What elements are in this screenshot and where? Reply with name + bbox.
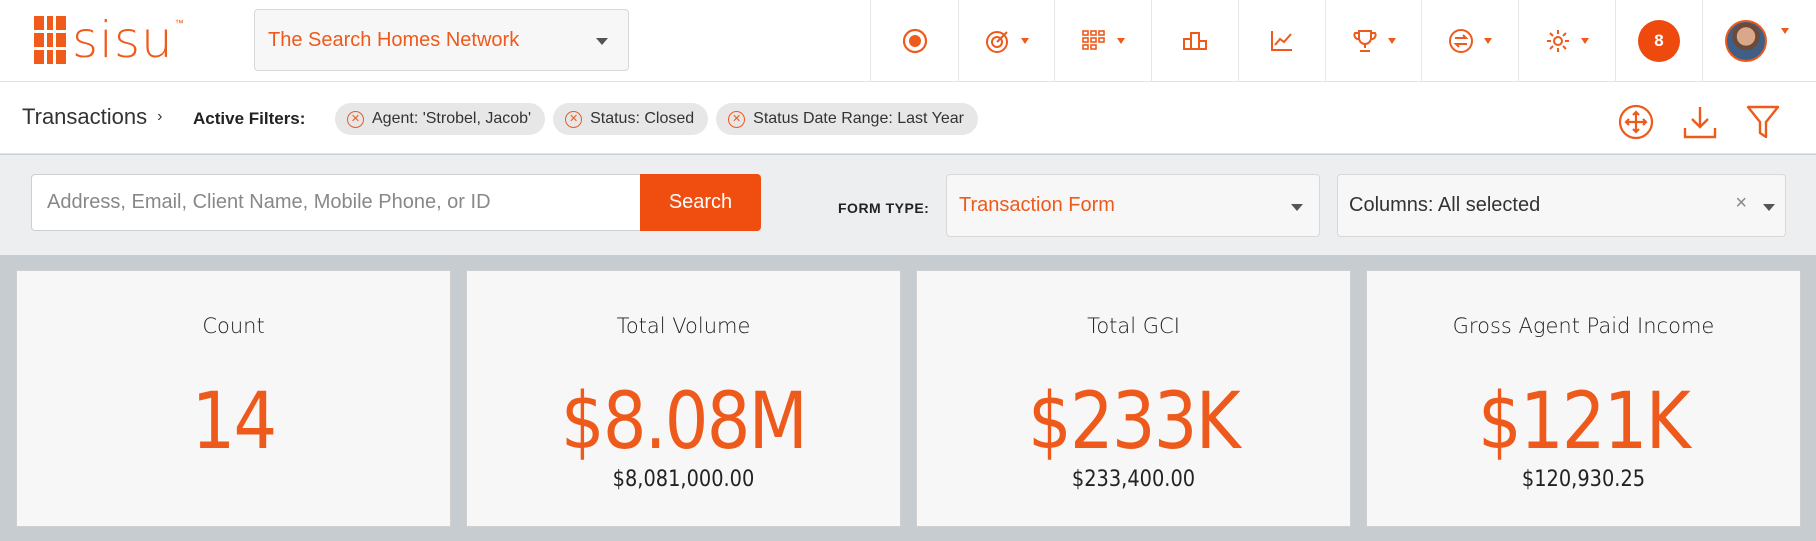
clear-icon[interactable]: × xyxy=(1735,192,1747,215)
sisu-logo[interactable]: sisu ™ xyxy=(34,14,184,66)
nav-board-menu[interactable] xyxy=(1054,0,1151,82)
remove-filter-icon[interactable]: ✕ xyxy=(728,110,746,128)
nav-record-button[interactable] xyxy=(870,0,958,82)
filters-bar: Transactions › Active Filters: ✕ Agent: … xyxy=(0,82,1816,154)
top-navbar: sisu ™ The Search Homes Network 8 xyxy=(0,0,1816,82)
nav-transfer-menu[interactable] xyxy=(1421,0,1518,82)
stat-title: Gross Agent Paid Income xyxy=(1452,314,1715,338)
stat-exact-value: $233,400.00 xyxy=(1071,467,1196,492)
stat-card-total-gci: Total GCI $233K $233,400.00 xyxy=(916,270,1351,527)
add-transaction-icon[interactable] xyxy=(1618,104,1654,140)
stat-title: Count xyxy=(202,314,265,338)
stat-value: $121K xyxy=(1478,377,1691,467)
target-icon xyxy=(985,31,1008,53)
download-icon[interactable] xyxy=(1682,104,1718,140)
chevron-down-icon xyxy=(1117,38,1125,44)
team-select[interactable]: The Search Homes Network xyxy=(254,9,629,71)
page-actions xyxy=(1618,104,1780,140)
filter-chip-status[interactable]: ✕ Status: Closed xyxy=(553,103,709,135)
stats-panel: Count 14 Total Volume $8.08M $8,081,000.… xyxy=(0,255,1816,541)
chevron-down-icon xyxy=(1763,204,1775,211)
remove-filter-icon[interactable]: ✕ xyxy=(565,110,583,128)
avatar xyxy=(1725,20,1767,62)
stat-exact-value: $120,930.25 xyxy=(1521,467,1646,492)
chevron-right-icon: › xyxy=(157,108,163,125)
search-row: Search FORM TYPE: Transaction Form Colum… xyxy=(0,155,1816,255)
chevron-down-icon xyxy=(1484,38,1492,44)
record-icon xyxy=(902,28,927,54)
filter-chip-date-range[interactable]: ✕ Status Date Range: Last Year xyxy=(716,103,978,135)
breadcrumb: Transactions › xyxy=(22,104,162,130)
trophy-icon xyxy=(1352,30,1377,52)
filter-icon[interactable] xyxy=(1746,104,1780,140)
stat-value: 14 xyxy=(191,377,278,467)
filter-chip-label: Status: Closed xyxy=(590,110,695,127)
chevron-down-icon xyxy=(596,38,608,45)
chevron-down-icon xyxy=(1781,28,1789,34)
nav-leaderboard-button[interactable] xyxy=(1151,0,1238,82)
notification-badge: 8 xyxy=(1638,20,1680,62)
filter-chip-agent[interactable]: ✕ Agent: 'Strobel, Jacob' xyxy=(335,103,546,135)
stat-title: Total GCI xyxy=(1087,314,1180,338)
remove-filter-icon[interactable]: ✕ xyxy=(347,110,364,128)
form-type-value: Transaction Form xyxy=(959,194,1115,216)
nav-contests-menu[interactable] xyxy=(1325,0,1421,82)
filter-chip-label: Status Date Range: Last Year xyxy=(753,110,964,127)
trend-chart-icon xyxy=(1271,31,1292,51)
logo-trademark: ™ xyxy=(174,18,184,28)
filter-chips: ✕ Agent: 'Strobel, Jacob' ✕ Status: Clos… xyxy=(335,103,978,135)
stat-value: $8.08M xyxy=(560,377,808,467)
stat-card-gross-agent-paid-income: Gross Agent Paid Income $121K $120,930.2… xyxy=(1366,270,1801,527)
nav-reports-button[interactable] xyxy=(1238,0,1325,82)
grid-icon xyxy=(1082,30,1105,50)
chevron-down-icon xyxy=(1387,38,1396,44)
logo-mark-icon xyxy=(34,16,66,64)
stat-title: Total Volume xyxy=(616,314,751,338)
logo-text: sisu xyxy=(72,11,174,69)
stat-card-count: Count 14 xyxy=(16,270,451,527)
transfer-icon xyxy=(1449,29,1473,53)
form-type-label: FORM TYPE: xyxy=(838,200,930,216)
chevron-down-icon xyxy=(1581,38,1589,44)
stat-exact-value: $8,081,000.00 xyxy=(612,467,755,492)
chevron-down-icon xyxy=(1020,38,1029,44)
chevron-down-icon xyxy=(1291,204,1303,211)
team-select-value: The Search Homes Network xyxy=(268,28,520,51)
notifications-button[interactable]: 8 xyxy=(1615,0,1702,82)
gear-icon xyxy=(1547,30,1569,52)
filter-chip-label: Agent: 'Strobel, Jacob' xyxy=(372,110,532,127)
nav-goals-menu[interactable] xyxy=(958,0,1054,82)
columns-value: Columns: All selected xyxy=(1349,194,1541,216)
search-button[interactable]: Search xyxy=(640,174,761,231)
user-menu[interactable] xyxy=(1702,0,1798,82)
page-title: Transactions xyxy=(22,104,148,129)
podium-icon xyxy=(1183,32,1207,50)
active-filters-label: Active Filters: xyxy=(193,109,306,128)
stat-value: $233K xyxy=(1028,377,1241,467)
search-input[interactable] xyxy=(31,174,641,231)
columns-select[interactable]: Columns: All selected × xyxy=(1337,174,1786,237)
nav-settings-menu[interactable] xyxy=(1518,0,1615,82)
form-type-select[interactable]: Transaction Form xyxy=(946,174,1320,237)
stat-card-total-volume: Total Volume $8.08M $8,081,000.00 xyxy=(466,270,901,527)
